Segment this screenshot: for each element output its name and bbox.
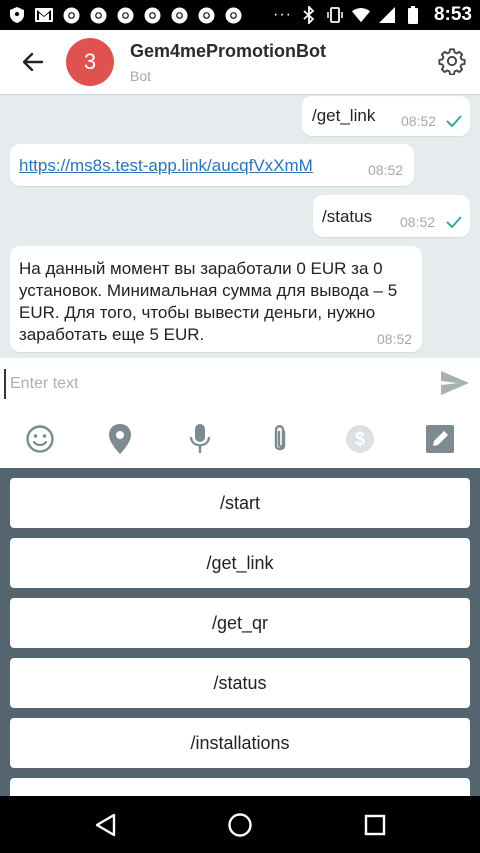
arrow-left-icon [23, 53, 43, 71]
vibrate-icon [326, 6, 344, 24]
shield-icon [8, 6, 26, 24]
avatar[interactable]: 3 [66, 38, 114, 86]
nav-recents-icon [364, 814, 386, 836]
attachment-toolbar: $ [0, 410, 480, 468]
read-check-icon [446, 115, 462, 127]
chrome-icon [62, 6, 80, 24]
keyboard-button-status[interactable]: /status [10, 658, 470, 708]
nav-recents-button[interactable] [360, 810, 390, 840]
wifi-icon [351, 6, 370, 24]
clock: 8:53 [433, 4, 472, 25]
dollar-icon: $ [346, 425, 374, 453]
battery-icon [404, 6, 422, 24]
attach-button[interactable] [240, 410, 320, 468]
status-bar: ··· 8:53 [0, 0, 480, 30]
message-link[interactable]: https://ms8s.test-app.link/aucqfVxXmM [19, 156, 313, 176]
message-incoming[interactable]: На данный момент вы заработали 0 EUR за … [10, 246, 422, 352]
location-icon [109, 424, 131, 454]
back-button[interactable] [0, 30, 66, 94]
message-input[interactable] [4, 369, 424, 399]
bot-keyboard: /start /get_link /get_qr /status /instal… [0, 468, 480, 796]
chrome-icon [197, 6, 215, 24]
emoji-icon [26, 425, 54, 453]
message-list[interactable]: /get_link 08:52 https://ms8s.test-app.li… [0, 94, 480, 358]
microphone-icon [189, 424, 211, 453]
keyboard-button-get-qr[interactable]: /get_qr [10, 598, 470, 648]
chrome-icon [143, 6, 161, 24]
chrome-icon [224, 6, 242, 24]
message-incoming[interactable]: https://ms8s.test-app.link/aucqfVxXmM 08… [10, 144, 414, 186]
system-icons: ··· 8:53 [273, 4, 472, 26]
chat-header: 3 Gem4mePromotionBot Bot [0, 30, 480, 94]
message-time: 08:52 [377, 331, 413, 347]
payment-button[interactable]: $ [320, 410, 400, 468]
chat-title: Gem4mePromotionBot [130, 40, 327, 61]
message-time: 08:52 [400, 214, 436, 230]
message-text: /status [322, 207, 373, 226]
nav-back-icon [95, 813, 116, 837]
settings-button[interactable] [436, 44, 468, 78]
chrome-icon [170, 6, 188, 24]
read-check-icon [446, 216, 462, 228]
chat-subtitle: Bot [130, 67, 152, 84]
overflow-dots: ··· [272, 6, 292, 23]
message-outgoing[interactable]: /status 08:52 [313, 195, 470, 237]
emoji-button[interactable] [0, 410, 80, 468]
bluetooth-icon [300, 6, 318, 24]
message-outgoing[interactable]: /get_link 08:52 [302, 96, 470, 136]
cell-signal-icon [378, 6, 396, 24]
svg-text:$: $ [355, 429, 365, 449]
nav-back-button[interactable] [90, 810, 120, 840]
keyboard-button-installations[interactable]: /installations [10, 718, 470, 768]
send-icon [441, 371, 469, 395]
edit-button[interactable] [400, 410, 480, 468]
chrome-icon [116, 6, 134, 24]
message-text: /get_link [312, 106, 376, 125]
pencil-icon [426, 425, 454, 453]
paperclip-icon [274, 425, 286, 451]
location-button[interactable] [80, 410, 160, 468]
gmail-icon [35, 6, 53, 24]
nav-home-icon [228, 813, 252, 837]
gear-icon [438, 48, 466, 75]
compose-bar [0, 358, 480, 410]
keyboard-button-start[interactable]: /start [10, 478, 470, 528]
send-button[interactable] [440, 370, 470, 398]
message-text: На данный момент вы заработали 0 EUR за … [19, 259, 398, 344]
chrome-icon [89, 6, 107, 24]
system-nav-bar [0, 796, 480, 853]
message-time: 08:52 [368, 162, 404, 178]
voice-button[interactable] [160, 410, 240, 468]
keyboard-button-partial[interactable] [10, 778, 470, 796]
nav-home-button[interactable] [225, 810, 255, 840]
keyboard-button-get-link[interactable]: /get_link [10, 538, 470, 588]
message-time: 08:52 [401, 113, 437, 129]
notification-icons [8, 6, 242, 24]
chat-title-block[interactable]: Gem4mePromotionBot Bot [130, 41, 326, 84]
